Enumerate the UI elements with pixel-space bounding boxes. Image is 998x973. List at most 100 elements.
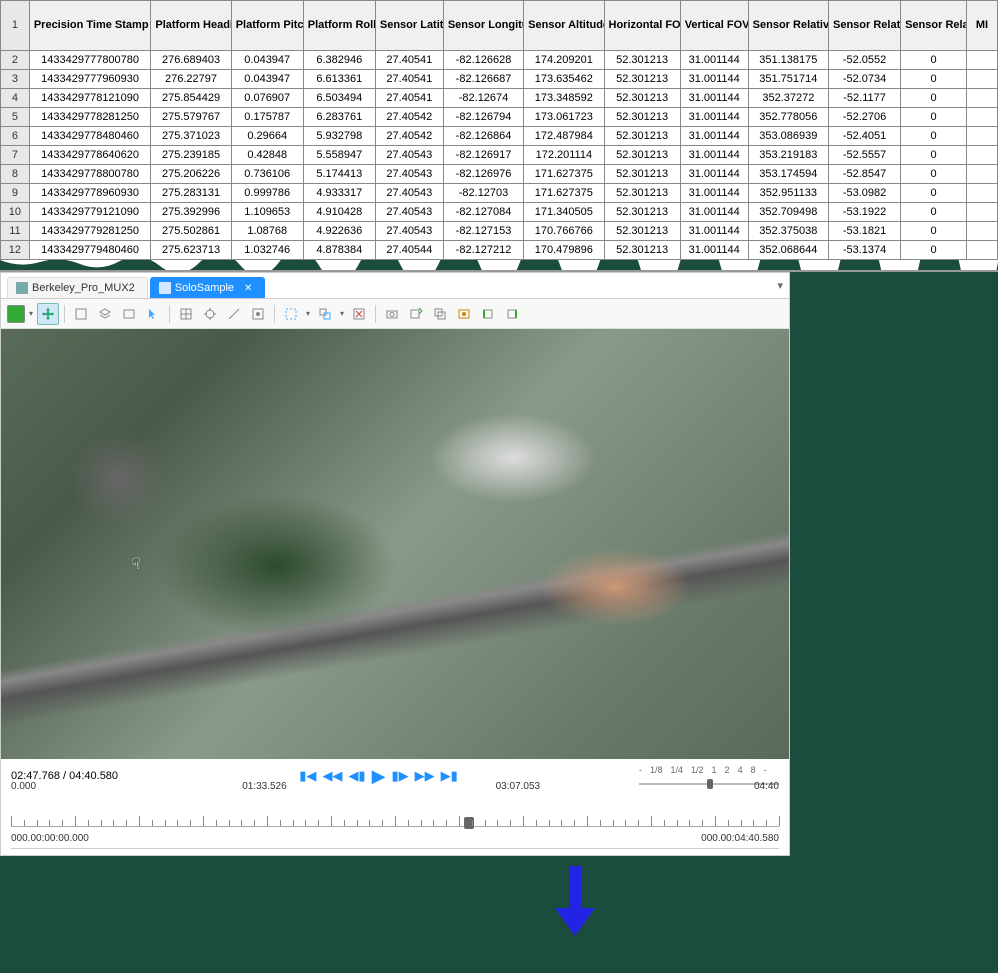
cell[interactable]: 4.878384: [303, 241, 375, 260]
layers-button[interactable]: [94, 303, 116, 325]
clip-button[interactable]: [118, 303, 140, 325]
row-number[interactable]: 11: [1, 222, 30, 241]
cell[interactable]: 0: [901, 203, 967, 222]
cell[interactable]: -82.126864: [443, 127, 523, 146]
grid-button[interactable]: [175, 303, 197, 325]
step-back-button[interactable]: ◀▮: [348, 768, 365, 784]
cell[interactable]: 0: [901, 108, 967, 127]
cursor-button[interactable]: [142, 303, 164, 325]
snapshot-button[interactable]: [381, 303, 403, 325]
cell[interactable]: [967, 146, 998, 165]
cell[interactable]: 1433429778480460: [29, 127, 151, 146]
cell[interactable]: [967, 165, 998, 184]
cell[interactable]: 52.301213: [604, 108, 680, 127]
cell[interactable]: 0: [901, 70, 967, 89]
cell[interactable]: 1433429778121090: [29, 89, 151, 108]
bookmark-button[interactable]: [453, 303, 475, 325]
cell[interactable]: 172.201114: [524, 146, 604, 165]
cell[interactable]: 27.40543: [375, 184, 443, 203]
cell[interactable]: 27.40541: [375, 70, 443, 89]
rewind-button[interactable]: ◀◀: [322, 768, 342, 784]
measure-button[interactable]: [223, 303, 245, 325]
table-row[interactable]: 41433429778121090275.8544290.0769076.503…: [1, 89, 998, 108]
cell[interactable]: -82.127084: [443, 203, 523, 222]
clear-select-button[interactable]: [348, 303, 370, 325]
table-row[interactable]: 121433429779480460275.6237131.0327464.87…: [1, 241, 998, 260]
row-number[interactable]: 3: [1, 70, 30, 89]
row-number[interactable]: 7: [1, 146, 30, 165]
cell[interactable]: 1433429779480460: [29, 241, 151, 260]
cell[interactable]: 1433429778640620: [29, 146, 151, 165]
cell[interactable]: 52.301213: [604, 165, 680, 184]
cell[interactable]: 276.22797: [151, 70, 231, 89]
column-header[interactable]: Horizontal FOV: [604, 1, 680, 51]
cell[interactable]: -82.126628: [443, 51, 523, 70]
cell[interactable]: 0.999786: [231, 184, 303, 203]
record-out-button[interactable]: [501, 303, 523, 325]
cell[interactable]: 0.736106: [231, 165, 303, 184]
cell[interactable]: 275.392996: [151, 203, 231, 222]
cell[interactable]: 5.174413: [303, 165, 375, 184]
cell[interactable]: 31.001144: [680, 89, 748, 108]
cell[interactable]: -52.0734: [829, 70, 901, 89]
cell[interactable]: -53.1821: [829, 222, 901, 241]
tab-berkeley[interactable]: Berkeley_Pro_MUX2: [7, 277, 148, 298]
cell[interactable]: 31.001144: [680, 108, 748, 127]
cell[interactable]: 173.635462: [524, 70, 604, 89]
cell[interactable]: 31.001144: [680, 165, 748, 184]
cell[interactable]: 1433429779121090: [29, 203, 151, 222]
cell[interactable]: 31.001144: [680, 51, 748, 70]
cell[interactable]: 0: [901, 165, 967, 184]
video-viewport[interactable]: ☟: [1, 329, 789, 759]
cell[interactable]: 1.109653: [231, 203, 303, 222]
cell[interactable]: 31.001144: [680, 222, 748, 241]
table-row[interactable]: 111433429779281250275.5028611.087684.922…: [1, 222, 998, 241]
column-header[interactable]: Sensor Relative Elevation: [829, 1, 901, 51]
corner-cell[interactable]: 1: [1, 1, 30, 51]
region-dropdown-icon[interactable]: ▾: [338, 303, 346, 325]
cell[interactable]: 352.951133: [748, 184, 828, 203]
timeline[interactable]: 0.000 01:33.526 03:07.053 04:40: [11, 793, 779, 827]
cell[interactable]: 275.283131: [151, 184, 231, 203]
cell[interactable]: 0: [901, 51, 967, 70]
row-number[interactable]: 8: [1, 165, 30, 184]
cell[interactable]: 52.301213: [604, 51, 680, 70]
column-header[interactable]: MI: [967, 1, 998, 51]
cell[interactable]: 1.032746: [231, 241, 303, 260]
cell[interactable]: 31.001144: [680, 184, 748, 203]
row-number[interactable]: 4: [1, 89, 30, 108]
cell[interactable]: 174.209201: [524, 51, 604, 70]
cell[interactable]: -82.127212: [443, 241, 523, 260]
cell[interactable]: [967, 89, 998, 108]
cell[interactable]: 27.40541: [375, 89, 443, 108]
row-number[interactable]: 10: [1, 203, 30, 222]
collapse-icon[interactable]: ▾: [777, 279, 783, 292]
cell[interactable]: 6.283761: [303, 108, 375, 127]
speed-slider-thumb[interactable]: [707, 779, 713, 789]
cell[interactable]: 353.086939: [748, 127, 828, 146]
cell[interactable]: -82.12674: [443, 89, 523, 108]
play-button[interactable]: ▶: [372, 766, 386, 787]
cell[interactable]: 352.068644: [748, 241, 828, 260]
cell[interactable]: -82.127153: [443, 222, 523, 241]
cell[interactable]: [967, 241, 998, 260]
table-row[interactable]: 91433429778960930275.2831310.9997864.933…: [1, 184, 998, 203]
cell[interactable]: 0.043947: [231, 70, 303, 89]
cell[interactable]: 6.613361: [303, 70, 375, 89]
select-dropdown-icon[interactable]: ▾: [304, 303, 312, 325]
cell[interactable]: 351.138175: [748, 51, 828, 70]
cell[interactable]: -82.126687: [443, 70, 523, 89]
table-row[interactable]: 51433429778281250275.5797670.1757876.283…: [1, 108, 998, 127]
color-dropdown-icon[interactable]: ▾: [27, 303, 35, 325]
region-select-button[interactable]: [314, 303, 336, 325]
cell[interactable]: 52.301213: [604, 241, 680, 260]
cell[interactable]: 171.627375: [524, 184, 604, 203]
cell[interactable]: [967, 203, 998, 222]
cell[interactable]: 275.239185: [151, 146, 231, 165]
cell[interactable]: 27.40543: [375, 165, 443, 184]
cell[interactable]: 6.382946: [303, 51, 375, 70]
cell[interactable]: 0: [901, 127, 967, 146]
column-header[interactable]: Platform Heading: [151, 1, 231, 51]
fast-fwd-button[interactable]: ▶▶: [415, 768, 435, 784]
tab-solosample[interactable]: SoloSample ✕: [150, 277, 266, 298]
